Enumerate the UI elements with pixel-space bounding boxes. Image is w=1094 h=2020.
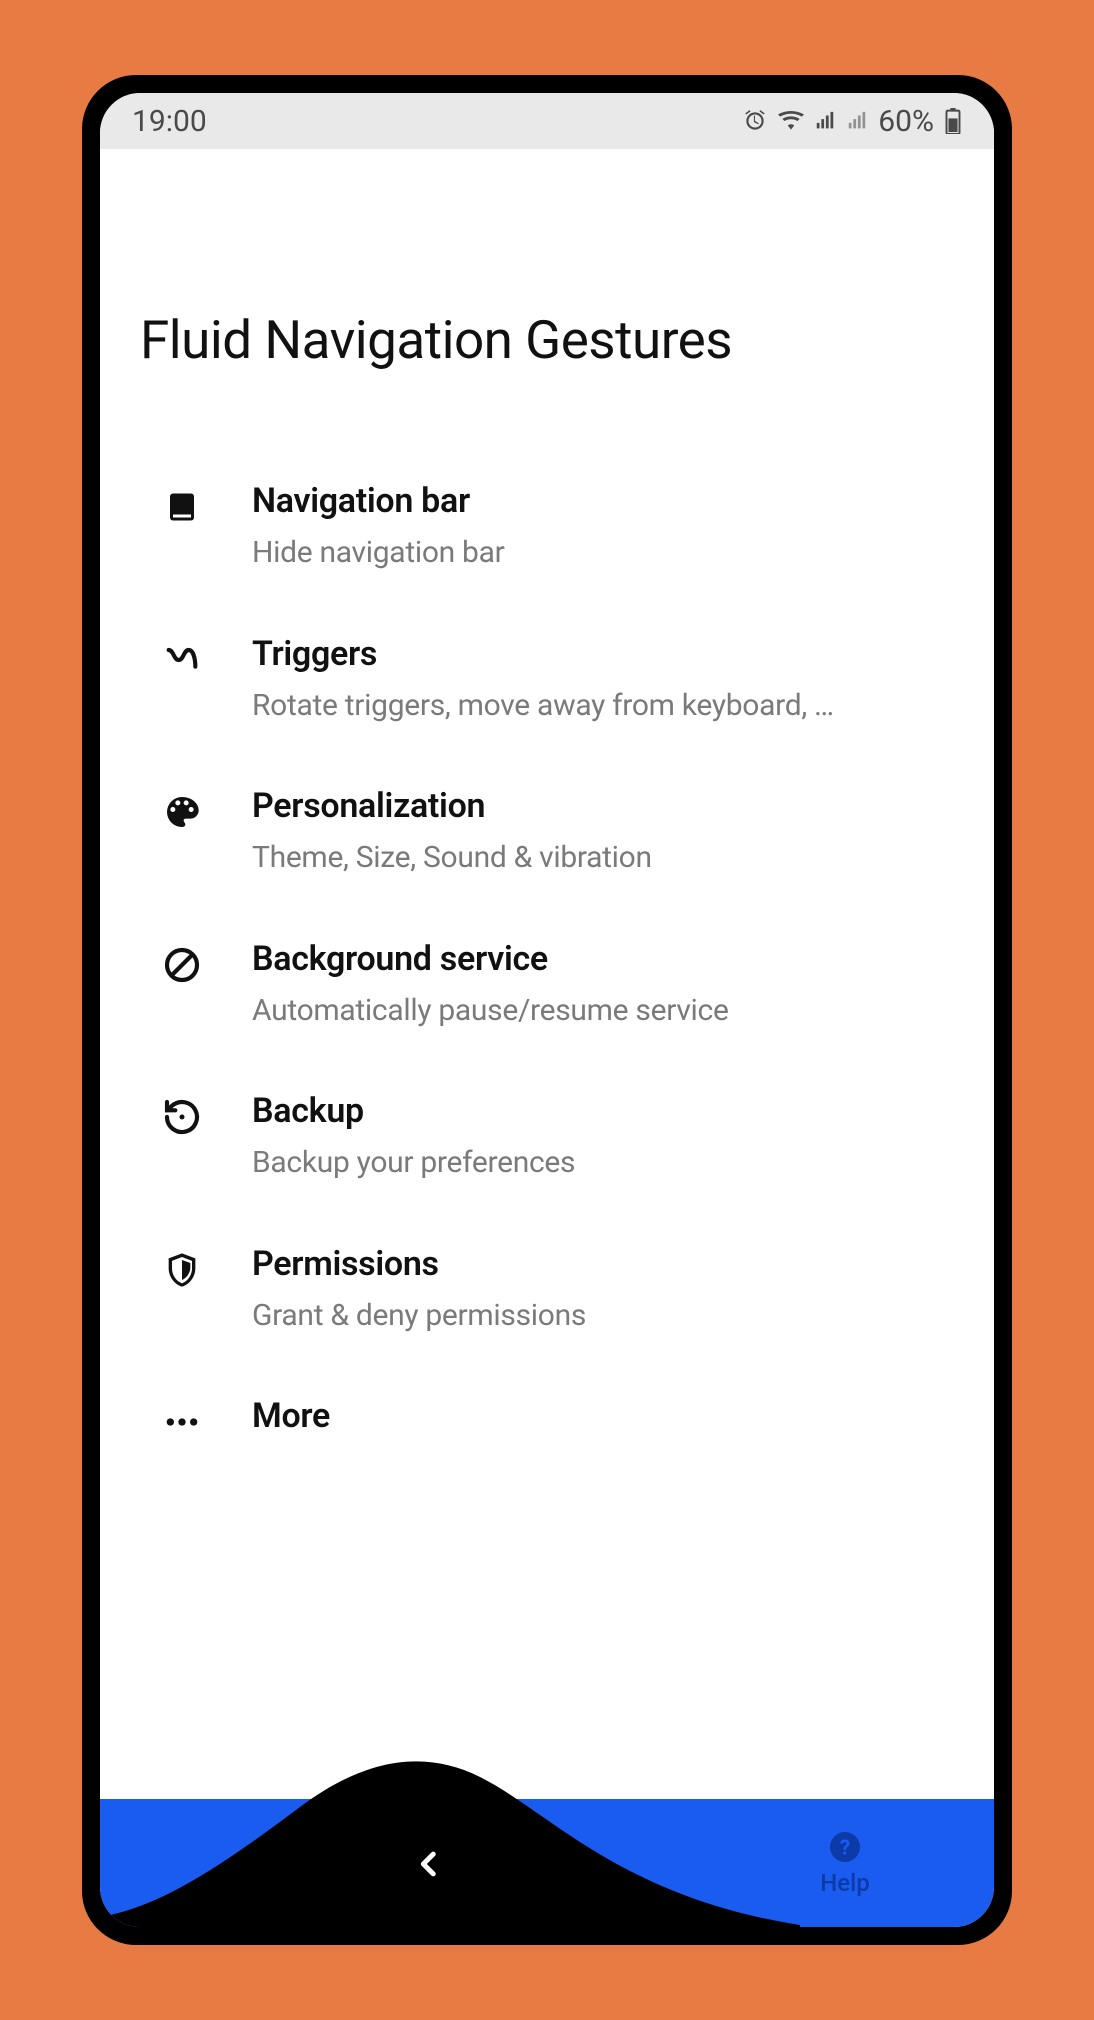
restore-icon xyxy=(160,1095,204,1139)
shield-icon xyxy=(160,1248,204,1292)
more-icon xyxy=(160,1400,204,1444)
svg-text:?: ? xyxy=(840,1837,850,1861)
block-icon xyxy=(160,943,204,987)
navigation-bar-icon xyxy=(160,485,204,529)
battery-icon xyxy=(944,108,962,134)
screen: 19:00 60% Fluid Navigation Gestures Navi… xyxy=(100,93,994,1927)
nav-item-help[interactable]: ? Help xyxy=(696,1799,994,1927)
menu-item-navigation-bar[interactable]: Navigation bar Hide navigation bar xyxy=(140,451,954,604)
wifi-icon xyxy=(778,108,804,134)
menu-subtitle: Backup your preferences xyxy=(252,1143,934,1184)
page-title: Fluid Navigation Gestures xyxy=(140,309,954,371)
help-icon: ? xyxy=(827,1829,863,1865)
status-bar: 19:00 60% xyxy=(100,93,994,149)
menu-title: Backup xyxy=(252,1091,934,1131)
status-icons: 60% xyxy=(742,104,962,139)
nav-label-help: Help xyxy=(820,1869,870,1897)
nav-item-1[interactable] xyxy=(100,1799,398,1927)
menu-item-more[interactable]: More xyxy=(140,1366,954,1478)
status-time: 19:00 xyxy=(132,104,207,139)
menu-subtitle: Automatically pause/resume service xyxy=(252,991,934,1032)
menu-item-background-service[interactable]: Background service Automatically pause/r… xyxy=(140,909,954,1062)
phone-frame: 19:00 60% Fluid Navigation Gestures Navi… xyxy=(82,75,1012,1945)
signal-icon-2 xyxy=(846,110,868,132)
menu-item-permissions[interactable]: Permissions Grant & deny permissions xyxy=(140,1214,954,1367)
menu-title: Navigation bar xyxy=(252,481,934,521)
battery-percent: 60% xyxy=(878,104,934,139)
menu-subtitle: Grant & deny permissions xyxy=(252,1296,934,1337)
menu-subtitle: Hide navigation bar xyxy=(252,533,934,574)
content-area: Fluid Navigation Gestures Navigation bar… xyxy=(100,149,994,1799)
bottom-nav: ? Help xyxy=(100,1799,994,1927)
menu-subtitle: Theme, Size, Sound & vibration xyxy=(252,838,934,879)
menu-item-backup[interactable]: Backup Backup your preferences xyxy=(140,1061,954,1214)
menu-title: Personalization xyxy=(252,786,934,826)
menu-title: Background service xyxy=(252,939,934,979)
alarm-icon xyxy=(742,108,768,134)
triggers-icon xyxy=(160,638,204,682)
signal-icon-1 xyxy=(814,110,836,132)
menu-subtitle: Rotate triggers, move away from keyboard… xyxy=(252,686,934,727)
menu-title: Permissions xyxy=(252,1244,934,1284)
menu-title: Triggers xyxy=(252,634,934,674)
nav-icon-1 xyxy=(231,1845,267,1881)
palette-icon xyxy=(160,790,204,834)
menu-item-triggers[interactable]: Triggers Rotate triggers, move away from… xyxy=(140,604,954,757)
back-arrow-icon[interactable] xyxy=(412,1847,446,1881)
menu-item-personalization[interactable]: Personalization Theme, Size, Sound & vib… xyxy=(140,756,954,909)
nav-icon-2 xyxy=(529,1845,565,1881)
menu-title: More xyxy=(252,1396,934,1436)
